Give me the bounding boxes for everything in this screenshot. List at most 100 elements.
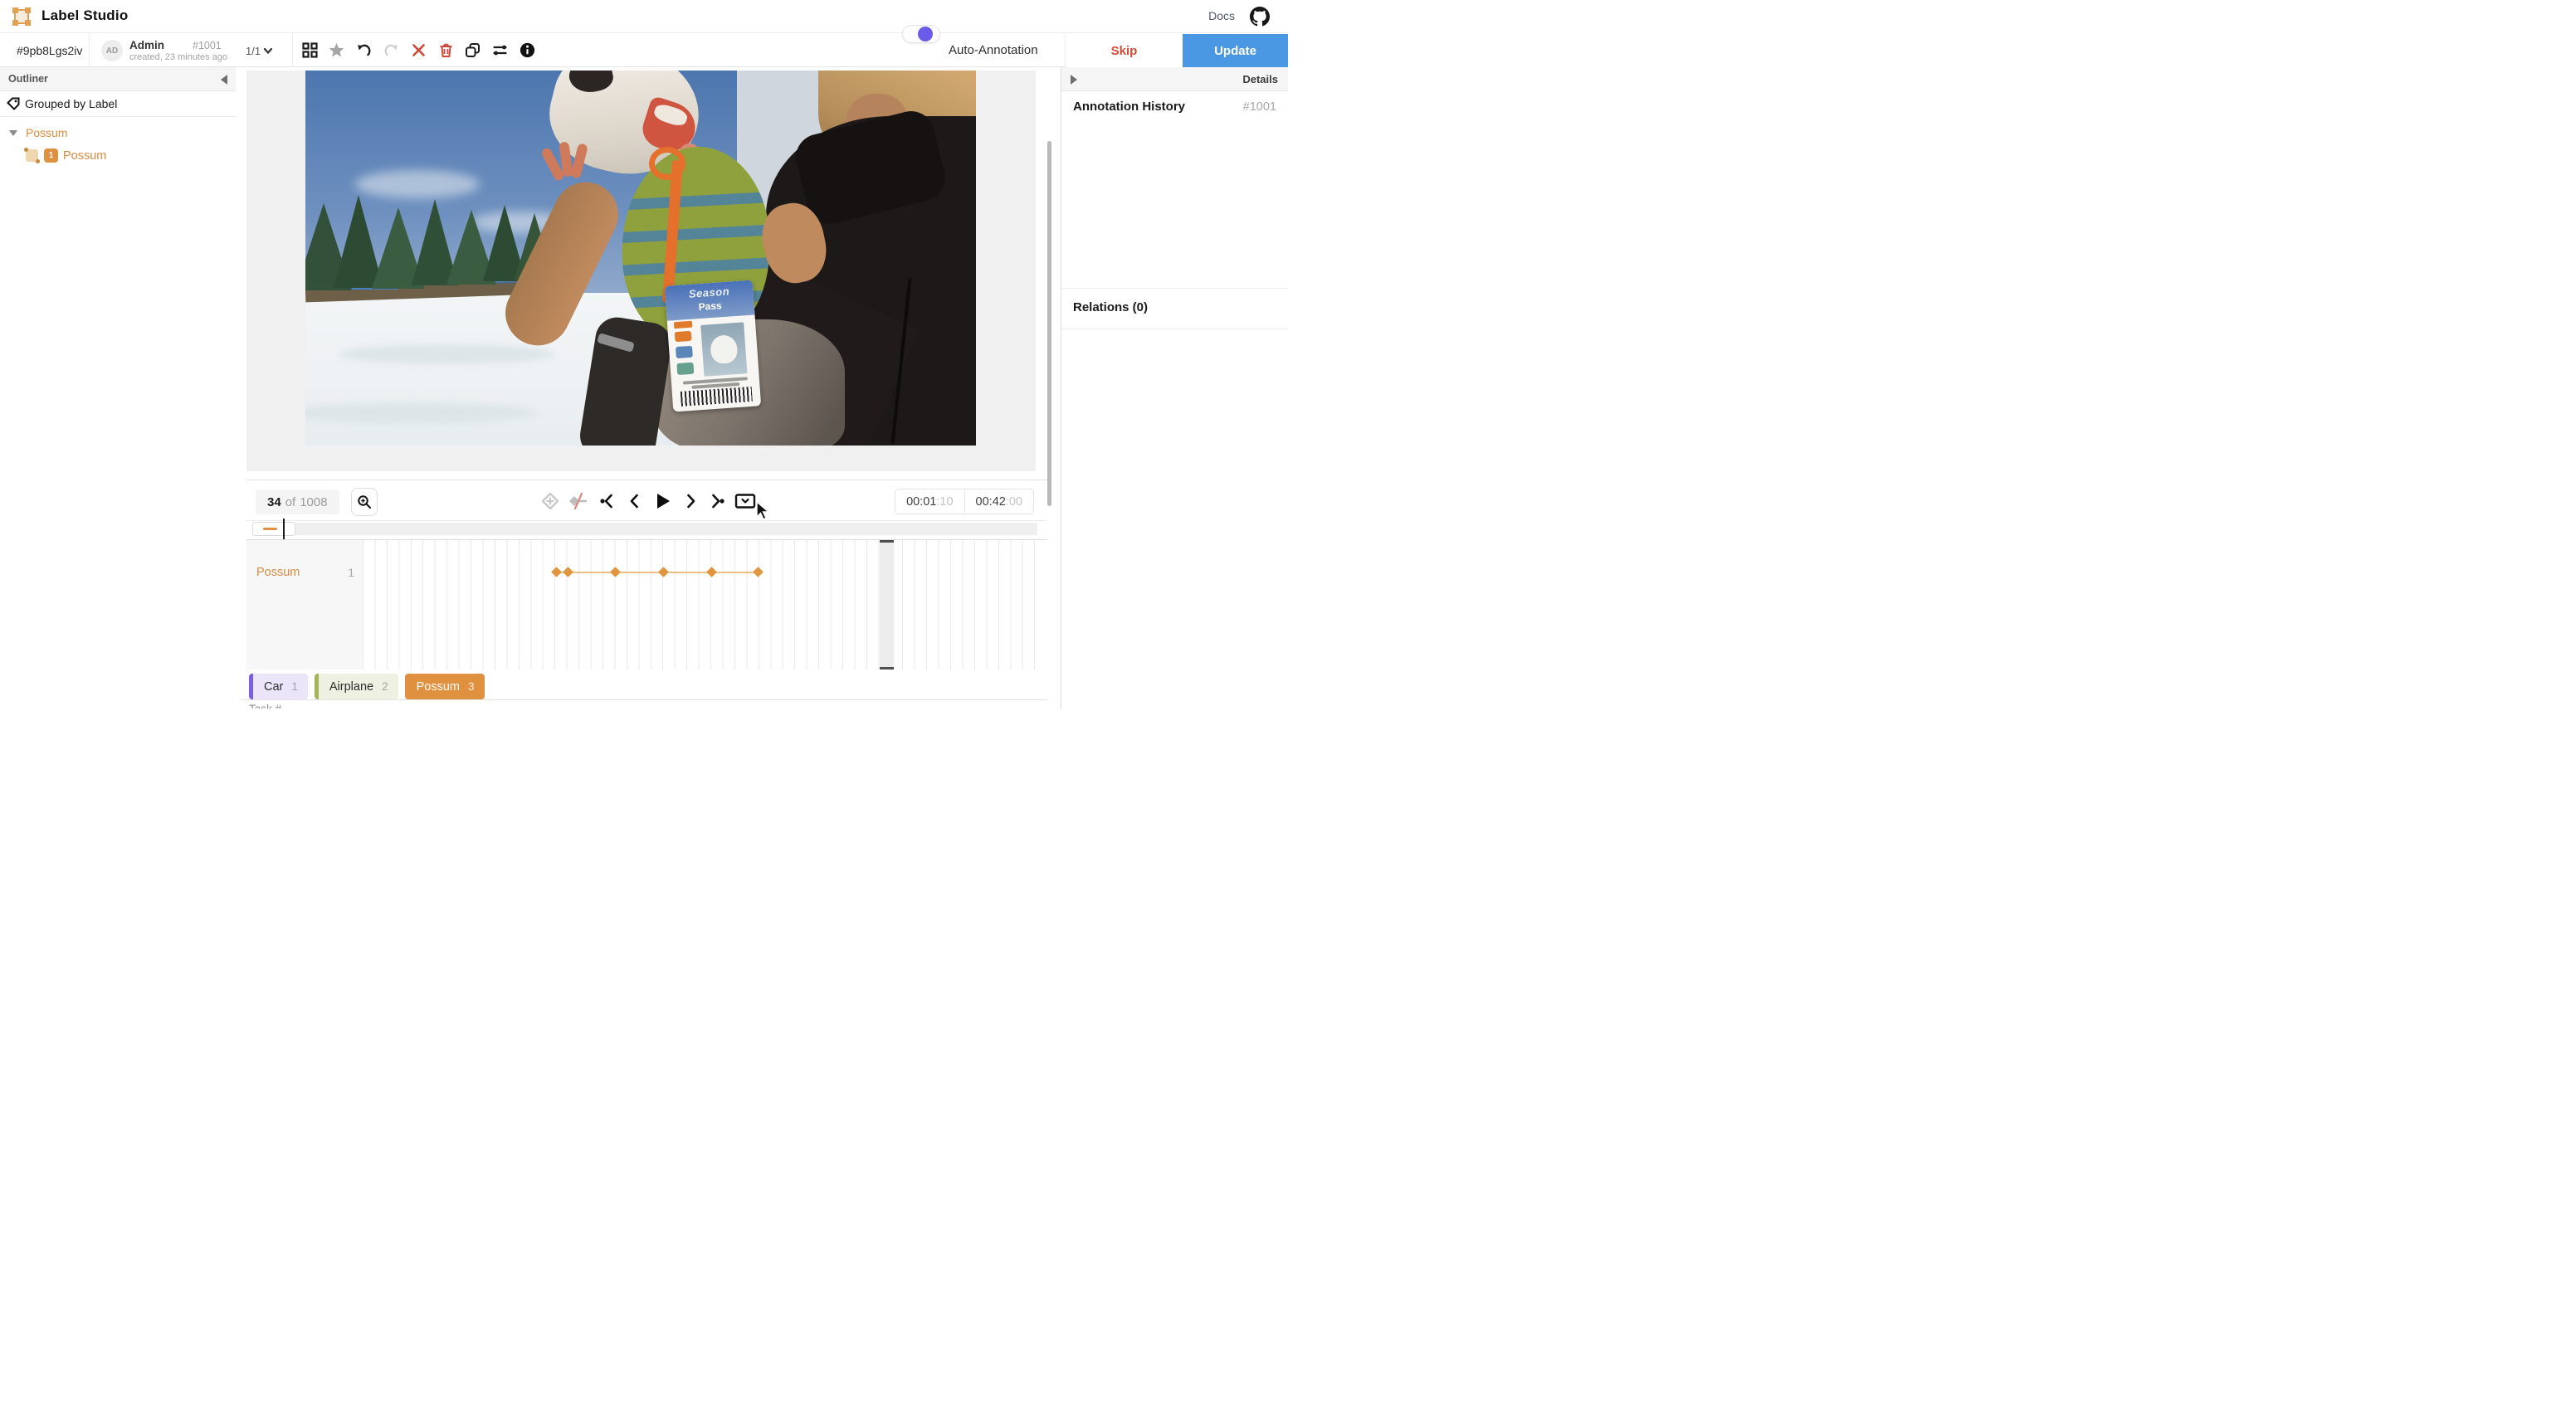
divider <box>241 699 1047 700</box>
badge-accent <box>674 321 693 329</box>
label-name: Airplane <box>329 680 373 694</box>
reject-cross-icon[interactable] <box>411 42 427 58</box>
zoom-in-button[interactable] <box>351 488 378 516</box>
minimap-playhead[interactable] <box>283 519 285 539</box>
task-number-label: Task # <box>249 703 281 708</box>
tag-icon <box>7 97 20 110</box>
minimap-keyframes <box>263 528 277 530</box>
github-icon[interactable] <box>1250 7 1270 27</box>
current-frame-indicator[interactable] <box>880 540 894 670</box>
keyframe-remove-icon[interactable] <box>568 492 587 510</box>
label-chip-possum-selected[interactable]: Possum 3 <box>405 674 485 699</box>
label-picker: Car 1 Airplane 2 Possum 3 <box>249 674 485 699</box>
next-keyframe-icon[interactable] <box>708 492 726 510</box>
timeline-label-column: Possum 1 <box>246 540 363 670</box>
top-bar: Label Studio Docs <box>0 0 1288 33</box>
auto-annotation-toggle[interactable] <box>902 25 940 43</box>
label-hotkey: 1 <box>291 680 298 693</box>
user-avatar[interactable]: AD <box>101 40 123 61</box>
auto-annotation-label: Auto-Annotation <box>949 43 1038 57</box>
badge-logo <box>676 346 693 358</box>
frame-total: 1008 <box>300 495 327 509</box>
chevron-down-icon[interactable] <box>262 45 274 56</box>
frame-of-label: of <box>285 495 296 509</box>
grid-view-icon[interactable] <box>302 42 318 58</box>
outliner-group-possum[interactable]: Possum <box>0 124 236 142</box>
label-studio-logo-icon[interactable] <box>12 7 32 27</box>
details-title: Details <box>1242 73 1278 85</box>
video-cloud <box>355 170 480 198</box>
next-frame-icon[interactable] <box>681 492 700 510</box>
tree-expand-icon[interactable] <box>9 130 17 136</box>
grouping-selector[interactable]: Grouped by Label <box>0 91 236 117</box>
region-type-icon <box>26 149 38 162</box>
outliner-panel: Outliner Grouped by Label Possum 1 Possu… <box>0 67 241 708</box>
docs-link[interactable]: Docs <box>1208 9 1235 22</box>
divider <box>89 33 90 67</box>
annotation-id: #1001 <box>193 40 222 51</box>
play-button-icon[interactable] <box>652 491 672 511</box>
label-studio-app: Label Studio Docs #9pb8Lgs2iv AD Admin #… <box>0 0 1288 708</box>
season-pass-badge: Season Pass <box>665 280 761 411</box>
divider <box>1061 288 1288 289</box>
label-name: Possum <box>417 680 460 694</box>
star-icon[interactable] <box>329 42 344 58</box>
outliner-region-possum[interactable]: 1 Possum <box>0 146 236 168</box>
copy-annotation-icon[interactable] <box>465 42 481 58</box>
label-name: Car <box>264 680 283 694</box>
divider <box>292 33 293 67</box>
person-fingers <box>548 142 601 185</box>
video-frame[interactable]: Season Pass <box>305 71 976 446</box>
prev-keyframe-icon[interactable] <box>598 492 617 510</box>
prev-frame-icon[interactable] <box>626 492 644 510</box>
group-label: Possum <box>26 126 68 139</box>
annotation-history-title: Annotation History <box>1073 100 1185 114</box>
annotation-history-id: #1001 <box>1243 100 1276 114</box>
badge-barcode <box>681 387 753 407</box>
mouse-cursor <box>756 501 771 521</box>
frame-current: 34 <box>267 495 281 509</box>
label-hotkey: 3 <box>468 680 475 693</box>
track-label[interactable]: Possum <box>256 566 300 579</box>
outliner-title: Outliner <box>8 73 48 85</box>
minimap-window[interactable] <box>252 522 295 536</box>
collapse-panel-icon[interactable] <box>221 75 227 85</box>
info-icon[interactable] <box>520 42 535 58</box>
annotation-created: created, 23 minutes ago <box>129 52 227 62</box>
details-header: Details <box>1061 67 1288 91</box>
redo-icon[interactable] <box>383 42 399 58</box>
task-id: #9pb8Lgs2iv <box>17 44 82 57</box>
badge-logo <box>675 331 692 342</box>
video-stage: Season Pass <box>246 71 1036 471</box>
settings-sliders-icon[interactable] <box>492 42 508 58</box>
annotation-pager: 1/1 <box>246 45 261 57</box>
details-panel: Details Annotation History #1001 Relatio… <box>1061 67 1288 708</box>
toggle-knob <box>918 27 933 41</box>
label-chip-car[interactable]: Car 1 <box>249 674 308 699</box>
undo-icon[interactable] <box>356 42 372 58</box>
video-snow-shade <box>339 344 554 364</box>
magnifier-plus-icon <box>357 494 372 509</box>
trash-icon[interactable] <box>438 42 454 58</box>
outliner-header: Outliner <box>0 67 236 91</box>
badge-photo <box>700 322 747 376</box>
frame-counter[interactable]: 34 of 1008 <box>256 489 339 514</box>
time-position[interactable]: 00:01:10 <box>895 495 964 509</box>
timeline-grid[interactable] <box>363 540 1037 670</box>
region-index-badge: 1 <box>44 149 58 163</box>
label-color-bar <box>249 674 253 699</box>
frame-options-icon[interactable] <box>734 492 756 510</box>
track-count: 1 <box>348 566 354 579</box>
update-button[interactable]: Update <box>1183 34 1288 67</box>
timeline-minimap[interactable] <box>252 523 1037 535</box>
badge-logo <box>676 363 694 375</box>
label-hotkey: 2 <box>382 680 388 693</box>
expand-panel-icon[interactable] <box>1071 75 1077 85</box>
keyframe-add-icon[interactable] <box>541 492 559 510</box>
label-chip-airplane[interactable]: Airplane 2 <box>315 674 398 699</box>
user-name: Admin <box>129 39 164 51</box>
skip-button[interactable]: Skip <box>1065 34 1183 67</box>
region-label: Possum <box>63 149 106 163</box>
main-scrollbar[interactable] <box>1047 141 1051 506</box>
time-duration: 00:42:00 <box>965 495 1033 509</box>
